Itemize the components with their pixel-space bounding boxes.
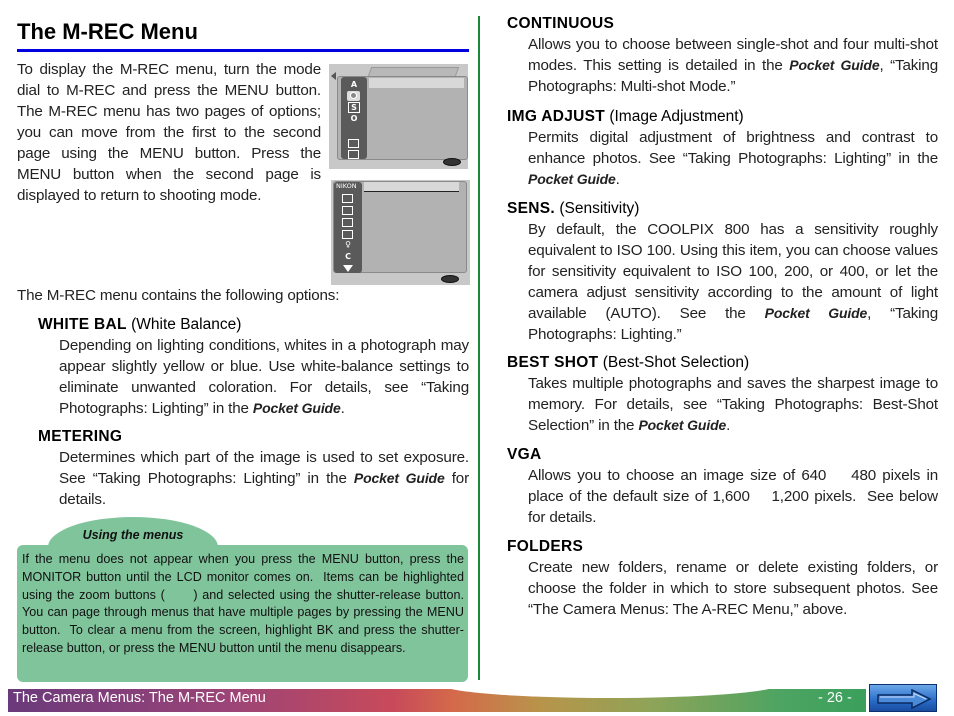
option-name: WHITE BAL (38, 316, 127, 333)
pocket-guide-ref: Pocket Guide (789, 57, 880, 73)
option-title: FOLDERS (507, 536, 938, 557)
option-name: CONTINUOUS (507, 15, 615, 32)
option-name: SENS. (507, 200, 556, 217)
option-img-adjust: IMG ADJUST (Image Adjustment) Permits di… (507, 106, 938, 190)
option-title: VGA (507, 444, 938, 465)
option-name: VGA (507, 446, 542, 463)
option-name: BEST SHOT (507, 354, 599, 371)
left-arrow-icon (331, 72, 336, 80)
footer-section-title: The Camera Menus: The M-REC Menu (13, 690, 266, 706)
pocket-guide-ref: Pocket Guide (638, 417, 727, 433)
desc-text: Allows you to choose an image size of 64… (528, 467, 943, 526)
desc-text: Permits digital adjustment of brightness… (528, 129, 938, 167)
option-continuous: CONTINUOUS Allows you to choose between … (507, 13, 938, 97)
title-rule (17, 49, 469, 52)
option-subtitle: (Sensitivity) (559, 200, 640, 217)
option-title: BEST SHOT (Best-Shot Selection) (507, 352, 938, 373)
option-description: Determines which part of the image is us… (59, 447, 469, 510)
page-number: - 26 - (818, 690, 852, 706)
column-divider (478, 16, 480, 680)
tip-heading: Using the menus (82, 528, 184, 542)
option-subtitle: (Best-Shot Selection) (602, 354, 750, 371)
pocket-guide-ref: Pocket Guide (353, 470, 445, 486)
menu-glyph-o: O (350, 114, 358, 123)
menu-item-box (342, 206, 353, 215)
option-description: Takes multiple photographs and saves the… (528, 373, 938, 436)
option-white-bal: WHITE BAL (White Balance) Depending on l… (38, 314, 469, 419)
brand-label: NIKON (336, 182, 357, 190)
option-folders: FOLDERS Create new folders, rename or de… (507, 536, 938, 620)
lcd-screen-menu-page-1: A S O (329, 64, 468, 169)
intro-paragraph: To display the M-REC menu, turn the mode… (17, 61, 321, 204)
menu-item-box (342, 194, 353, 203)
option-subtitle: (White Balance) (131, 316, 242, 333)
next-page-button[interactable] (869, 684, 937, 712)
desc-text: Takes multiple photographs and saves the… (528, 375, 938, 434)
option-description: By default, the COOLPIX 800 has a sensit… (528, 219, 938, 345)
option-description: Allows you to choose an image size of 64… (528, 465, 938, 528)
desc-text: Create new folders, rename or delete exi… (528, 559, 938, 618)
option-title: CONTINUOUS (507, 13, 938, 34)
option-description: Allows you to choose between single-shot… (528, 34, 938, 97)
menu-glyph-s: S (348, 102, 360, 113)
pocket-guide-ref: Pocket Guide (764, 305, 868, 321)
right-arrow-icon (877, 689, 932, 709)
highlight-bar (369, 78, 464, 88)
desc-text: . (615, 171, 620, 188)
tip-text: If the menu does not appear when you pre… (22, 552, 471, 655)
option-vga: VGA Allows you to choose an image size o… (507, 444, 938, 528)
options-intro: The M-REC menu contains the following op… (17, 287, 340, 304)
desc-text: . (340, 400, 345, 417)
highlight-bar (364, 182, 459, 192)
option-sens: SENS. (Sensitivity) By default, the COOL… (507, 198, 938, 345)
desc-text: . (726, 417, 731, 434)
tip-box: If the menu does not appear when you pre… (17, 545, 468, 682)
metering-icon (347, 91, 360, 101)
menu-item-box (348, 139, 359, 148)
option-subtitle: (Image Adjustment) (609, 108, 744, 125)
option-metering: METERING Determines which part of the im… (38, 426, 469, 510)
menu-item-box (342, 218, 353, 227)
down-arrow-icon (343, 265, 353, 272)
shutter-button-icon (441, 275, 459, 283)
menu-glyph-a: A (350, 80, 358, 89)
lcd-screen-menu-page-2: NIKON ♀ C (331, 180, 470, 285)
option-description: Permits digital adjustment of brightness… (528, 127, 938, 190)
option-title: IMG ADJUST (Image Adjustment) (507, 106, 938, 127)
menu-glyph-c: C (345, 252, 351, 261)
option-title: SENS. (Sensitivity) (507, 198, 938, 219)
shutter-button-icon (443, 158, 461, 166)
option-title: METERING (38, 426, 469, 447)
option-best-shot: BEST SHOT (Best-Shot Selection) Takes mu… (507, 352, 938, 436)
menu-item-box (348, 150, 359, 159)
option-name: FOLDERS (507, 538, 584, 555)
option-name: IMG ADJUST (507, 108, 606, 125)
pocket-guide-ref: Pocket Guide (252, 400, 341, 416)
menu-item-box (342, 230, 353, 239)
option-description: Create new folders, rename or delete exi… (528, 557, 938, 620)
pocket-guide-ref: Pocket Guide (528, 171, 616, 187)
option-name: METERING (38, 428, 123, 445)
page-title: The M-REC Menu (17, 19, 198, 44)
option-description: Depending on lighting conditions, whites… (59, 335, 469, 419)
option-title: WHITE BAL (White Balance) (38, 314, 469, 335)
folder-icon: ♀ (345, 240, 351, 249)
